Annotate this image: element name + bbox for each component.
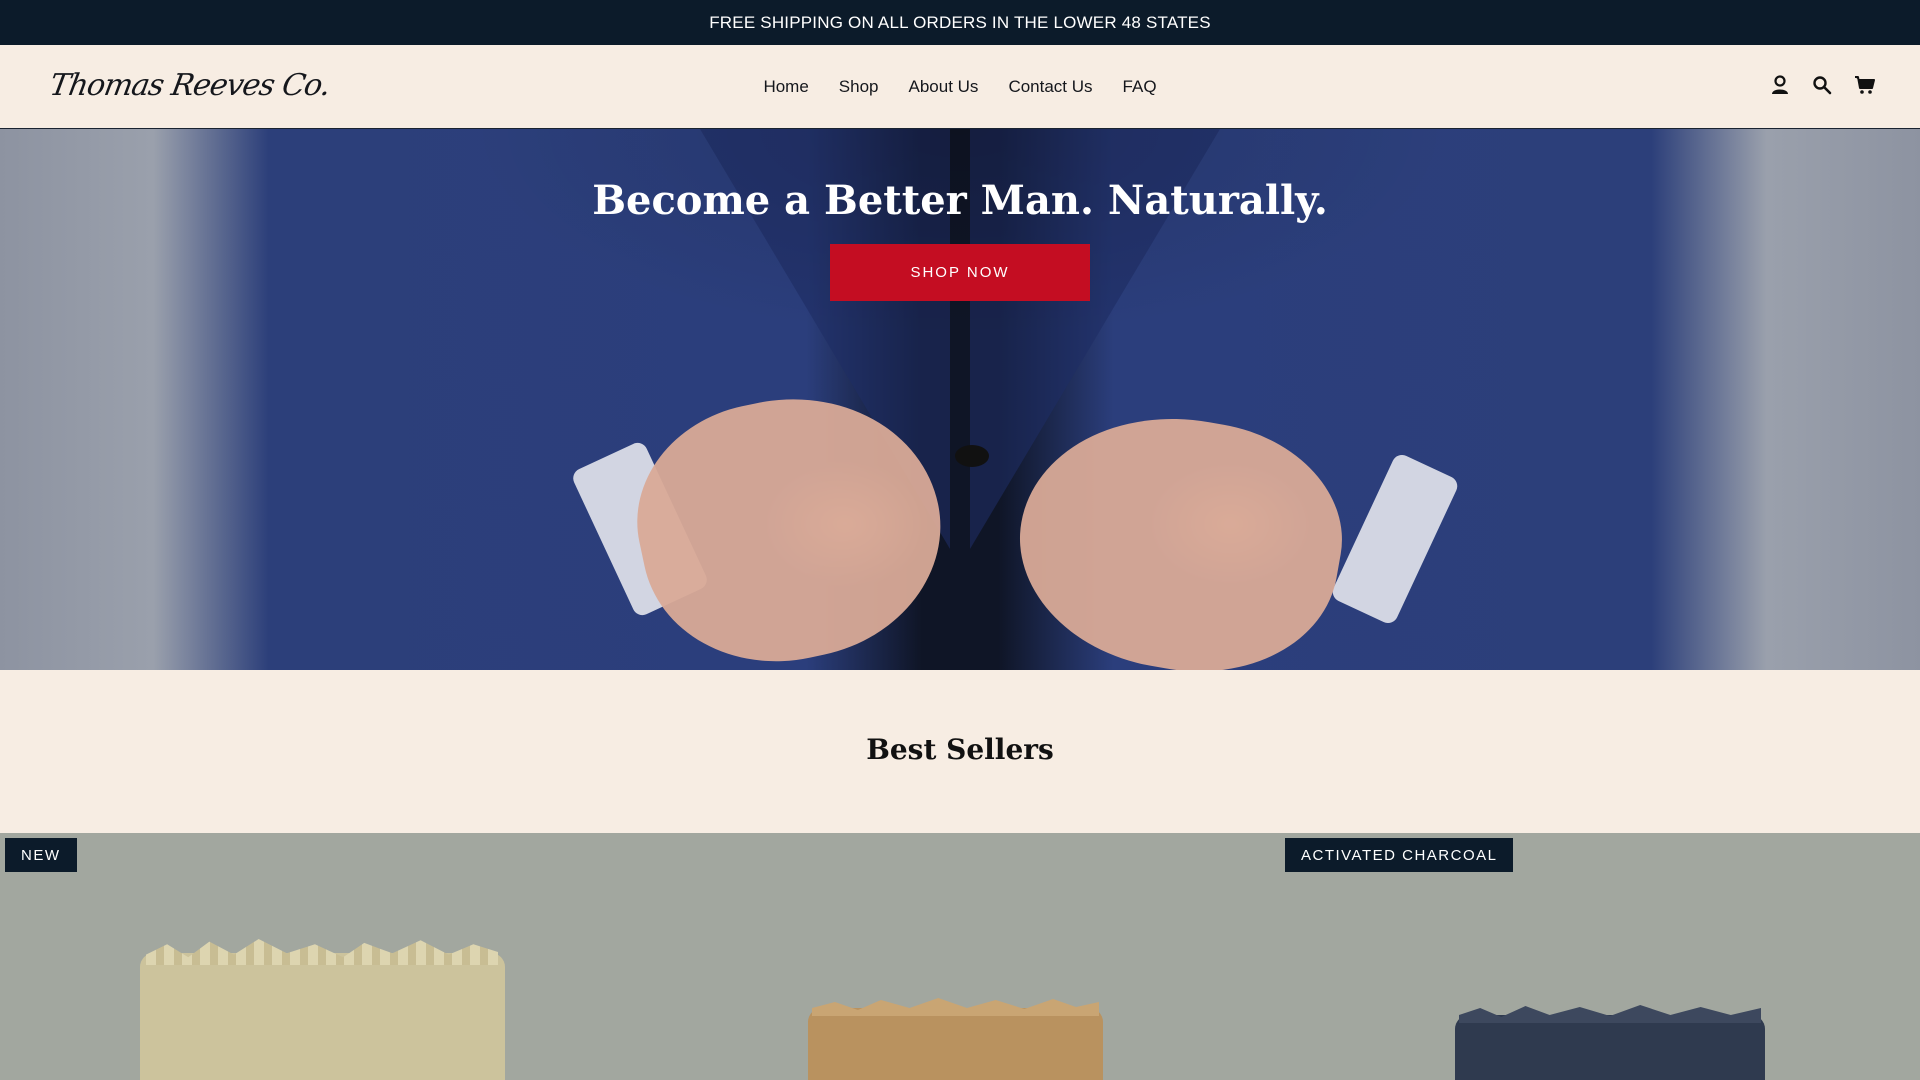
product-image-soap-3[interactable]: [1455, 1015, 1765, 1080]
nav-about-us[interactable]: About Us: [894, 77, 994, 97]
product-image-soap-2[interactable]: [808, 1008, 1103, 1080]
search-icon[interactable]: [1812, 75, 1832, 95]
nav-faq[interactable]: FAQ: [1108, 77, 1172, 97]
hero-title: Become a Better Man. Naturally.: [592, 177, 1328, 224]
nav-contact-us[interactable]: Contact Us: [993, 77, 1107, 97]
site-header: Thomas Reeves Co. Home Shop About Us Con…: [0, 45, 1920, 129]
product-badge-activated-charcoal: ACTIVATED CHARCOAL: [1285, 838, 1514, 872]
header-icons: [1770, 75, 1875, 95]
account-icon[interactable]: [1770, 75, 1790, 95]
announcement-bar: FREE SHIPPING ON ALL ORDERS IN THE LOWER…: [0, 0, 1920, 45]
hero-banner: Become a Better Man. Naturally. SHOP NOW: [0, 129, 1920, 670]
best-sellers-grid: NEW ACTIVATED CHARCOAL: [0, 833, 1920, 1080]
nav-shop[interactable]: Shop: [824, 77, 894, 97]
brand-logo[interactable]: Thomas Reeves Co.: [47, 63, 333, 111]
shop-now-button[interactable]: SHOP NOW: [830, 244, 1090, 301]
product-badge-new: NEW: [5, 838, 77, 872]
product-image-soap-1[interactable]: [140, 953, 505, 1080]
announcement-text: FREE SHIPPING ON ALL ORDERS IN THE LOWER…: [709, 12, 1211, 32]
best-sellers-title: Best Sellers: [866, 733, 1054, 766]
logo-text: Thomas Reeves Co.: [46, 68, 333, 103]
cart-icon[interactable]: [1854, 75, 1875, 95]
nav-home[interactable]: Home: [748, 77, 823, 97]
